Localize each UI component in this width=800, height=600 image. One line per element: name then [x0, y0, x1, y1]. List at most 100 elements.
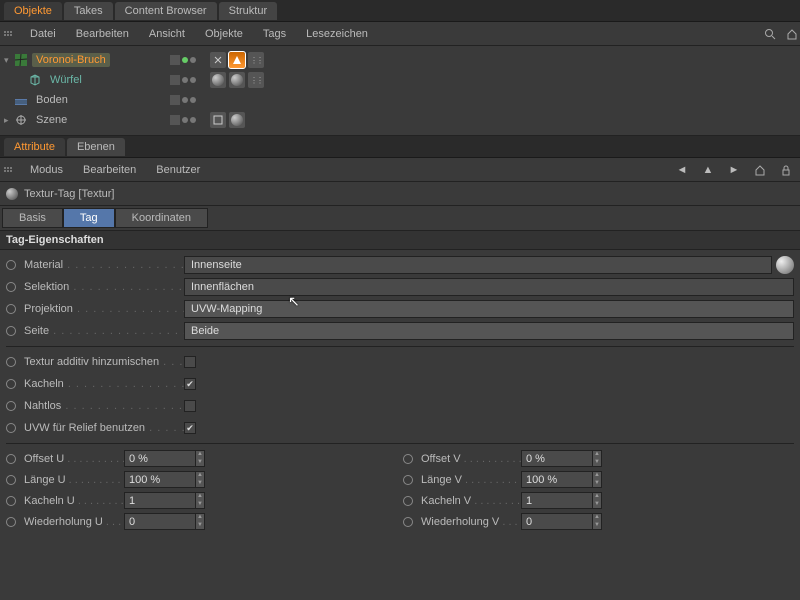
tab-attribute[interactable]: Attribute — [4, 138, 65, 156]
tag-icon[interactable] — [229, 52, 245, 68]
search-icon[interactable] — [762, 26, 778, 42]
tree-row-szene[interactable]: ▸ Szene — [0, 110, 170, 130]
label-offsetv: Offset V — [421, 453, 521, 465]
tree-row-wuerfel[interactable]: Würfel — [0, 70, 170, 90]
material-swatch-icon[interactable] — [776, 256, 794, 274]
spinner[interactable]: ▲▼ — [592, 471, 602, 488]
spinner[interactable]: ▲▼ — [195, 513, 205, 530]
spinner[interactable]: ▲▼ — [592, 492, 602, 509]
menu-bearbeiten2[interactable]: Bearbeiten — [73, 161, 146, 179]
tree-label: Boden — [32, 93, 72, 107]
vis-row[interactable] — [170, 70, 206, 90]
spinner[interactable]: ▲▼ — [195, 492, 205, 509]
spinner[interactable]: ▲▼ — [592, 513, 602, 530]
menu-benutzer[interactable]: Benutzer — [146, 161, 210, 179]
grip-icon — [4, 31, 14, 36]
label-additiv: Textur additiv hinzumischen — [24, 356, 184, 368]
nahtlos-checkbox[interactable] — [184, 400, 196, 412]
spinner[interactable]: ▲▼ — [195, 471, 205, 488]
selektion-field[interactable]: Innenflächen — [184, 278, 794, 296]
menu-bearbeiten[interactable]: Bearbeiten — [66, 25, 139, 43]
kachelnv-input[interactable]: 1 — [521, 492, 593, 509]
spinner[interactable]: ▲▼ — [195, 450, 205, 467]
additiv-checkbox[interactable] — [184, 356, 196, 368]
menu-modus[interactable]: Modus — [20, 161, 73, 179]
up-icon[interactable]: ▲ — [700, 162, 716, 178]
tag-icon[interactable] — [248, 52, 264, 68]
floor-icon — [14, 93, 28, 107]
attribute-title: Textur-Tag [Textur] — [0, 182, 800, 206]
anim-radio[interactable] — [403, 454, 413, 464]
attribute-menubar: Modus Bearbeiten Benutzer ◄ ▲ ► — [0, 158, 800, 182]
wiedu-input[interactable]: 0 — [124, 513, 196, 530]
null-icon — [14, 113, 28, 127]
tag-icon[interactable] — [248, 72, 264, 88]
anim-radio[interactable] — [6, 260, 16, 270]
back-icon[interactable]: ◄ — [674, 162, 690, 178]
menu-objekte[interactable]: Objekte — [195, 25, 253, 43]
kacheln-checkbox[interactable]: ✔ — [184, 378, 196, 390]
spinner[interactable]: ▲▼ — [592, 450, 602, 467]
forward-icon[interactable]: ► — [726, 162, 742, 178]
anim-radio[interactable] — [403, 517, 413, 527]
menu-tags[interactable]: Tags — [253, 25, 296, 43]
vis-row[interactable] — [170, 110, 206, 130]
tag-icon[interactable] — [210, 52, 226, 68]
tab-ebenen[interactable]: Ebenen — [67, 138, 125, 156]
tree-label: Szene — [32, 113, 71, 127]
anim-radio[interactable] — [6, 304, 16, 314]
anim-radio[interactable] — [6, 379, 16, 389]
vis-row[interactable] — [170, 90, 206, 110]
tag-icon[interactable] — [210, 72, 226, 88]
tab-content-browser[interactable]: Content Browser — [115, 2, 217, 20]
tag-icon[interactable] — [210, 112, 226, 128]
subtab-koordinaten[interactable]: Koordinaten — [115, 208, 208, 228]
offsetu-input[interactable]: 0 % — [124, 450, 196, 467]
anim-radio[interactable] — [6, 423, 16, 433]
vis-row[interactable] — [170, 50, 206, 70]
uvwrelief-checkbox[interactable]: ✔ — [184, 422, 196, 434]
anim-radio[interactable] — [6, 496, 16, 506]
collapse-icon[interactable]: ▾ — [4, 55, 14, 66]
material-field[interactable]: Innenseite — [184, 256, 772, 274]
title-text: Textur-Tag [Textur] — [24, 188, 114, 200]
anim-radio[interactable] — [6, 517, 16, 527]
anim-radio[interactable] — [6, 454, 16, 464]
home-icon[interactable] — [752, 162, 768, 178]
menu-lesezeichen[interactable]: Lesezeichen — [296, 25, 378, 43]
laengev-input[interactable]: 100 % — [521, 471, 593, 488]
tags-column — [206, 46, 264, 135]
seite-dropdown[interactable]: Beide — [184, 322, 794, 340]
anim-radio[interactable] — [6, 326, 16, 336]
section-header: Tag-Eigenschaften — [0, 231, 800, 250]
projektion-dropdown[interactable]: UVW-Mapping — [184, 300, 794, 318]
tag-icon[interactable] — [229, 112, 245, 128]
subtab-tag[interactable]: Tag — [63, 208, 115, 228]
anim-radio[interactable] — [6, 357, 16, 367]
attribute-panel-tabs: Attribute Ebenen — [0, 136, 800, 158]
expand-icon[interactable]: ▸ — [4, 115, 14, 126]
anim-radio[interactable] — [6, 475, 16, 485]
menu-ansicht[interactable]: Ansicht — [139, 25, 195, 43]
laengeu-input[interactable]: 100 % — [124, 471, 196, 488]
tab-struktur[interactable]: Struktur — [219, 2, 278, 20]
lock-icon[interactable] — [778, 162, 794, 178]
label-projektion: Projektion — [24, 303, 184, 315]
anim-radio[interactable] — [403, 496, 413, 506]
home-icon[interactable] — [784, 26, 800, 42]
menu-datei[interactable]: Datei — [20, 25, 66, 43]
label-wiedu: Wiederholung U — [24, 516, 124, 528]
wiedv-input[interactable]: 0 — [521, 513, 593, 530]
anim-radio[interactable] — [6, 401, 16, 411]
offsetv-input[interactable]: 0 % — [521, 450, 593, 467]
kachelnu-input[interactable]: 1 — [124, 492, 196, 509]
tag-icon[interactable] — [229, 72, 245, 88]
tree-row-boden[interactable]: Boden — [0, 90, 170, 110]
tab-objekte[interactable]: Objekte — [4, 2, 62, 20]
anim-radio[interactable] — [6, 282, 16, 292]
tree-row-voronoi[interactable]: ▾ Voronoi-Bruch — [0, 50, 170, 70]
tab-takes[interactable]: Takes — [64, 2, 113, 20]
anim-radio[interactable] — [403, 475, 413, 485]
grip-icon — [4, 167, 14, 172]
subtab-basis[interactable]: Basis — [2, 208, 63, 228]
